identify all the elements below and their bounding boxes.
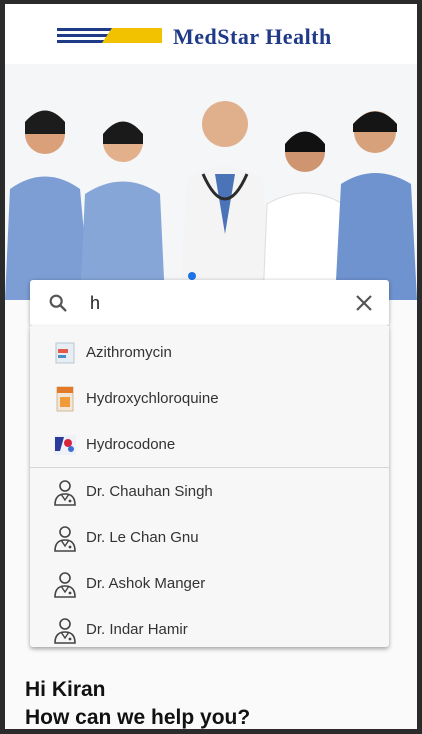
suggestion-doctor[interactable]: Dr. Le Chan Gnu <box>30 518 389 558</box>
greeting: Hi Kiran How can we help you? <box>25 676 251 729</box>
search-input[interactable] <box>90 292 330 314</box>
suggestion-doctor[interactable]: Dr. Chauhan Singh <box>30 472 389 512</box>
suggestion-label: Dr. Le Chan Gnu <box>86 529 199 546</box>
doctor-icon <box>54 480 76 506</box>
close-icon[interactable] <box>355 294 373 312</box>
logo-stripes-icon <box>57 28 162 43</box>
suggestion-label: Hydroxychloroquine <box>86 390 219 407</box>
doctor-icon <box>54 618 76 644</box>
suggestion-medicine[interactable]: Azithromycin <box>30 333 389 373</box>
suggestion-label: Dr. Indar Hamir <box>86 621 188 638</box>
brand-name: MedStar Health <box>173 24 332 49</box>
app-frame: MedStar Health h Azithromycin Hydroxychl… <box>0 0 422 734</box>
suggestion-doctor[interactable]: Dr. Indar Hamir <box>30 610 389 650</box>
suggestion-medicine[interactable]: Hydroxychloroquine <box>30 379 389 419</box>
search-bar <box>30 280 389 326</box>
suggestion-label: Azithromycin <box>86 344 172 361</box>
suggestion-label: Dr. Chauhan Singh <box>86 483 213 500</box>
suggestion-doctor[interactable]: Dr. Ashok Manger <box>30 564 389 604</box>
suggestion-label: Hydrocodone <box>86 436 176 453</box>
brand-logo: MedStar Health <box>57 24 377 54</box>
search-suggestions: Azithromycin Hydroxychloroquine Hydrocod… <box>30 326 389 647</box>
header: MedStar Health <box>5 4 417 64</box>
greeting-question: How can we help you? <box>25 706 251 729</box>
doctor-icon <box>54 572 76 598</box>
suggestions-divider <box>30 467 389 468</box>
suggestion-medicine[interactable]: Hydrocodone <box>30 425 389 465</box>
carousel-indicator[interactable] <box>188 272 196 280</box>
search-icon[interactable] <box>47 292 69 314</box>
hero-image <box>5 64 417 300</box>
doctor-icon <box>54 526 76 552</box>
medicine-box-icon <box>56 386 74 412</box>
medicine-box-icon <box>55 342 75 364</box>
greeting-name: Hi Kiran <box>25 678 106 701</box>
doctors-group-photo <box>5 64 417 300</box>
suggestion-label: Dr. Ashok Manger <box>86 575 206 592</box>
medicine-box-icon <box>54 435 76 455</box>
